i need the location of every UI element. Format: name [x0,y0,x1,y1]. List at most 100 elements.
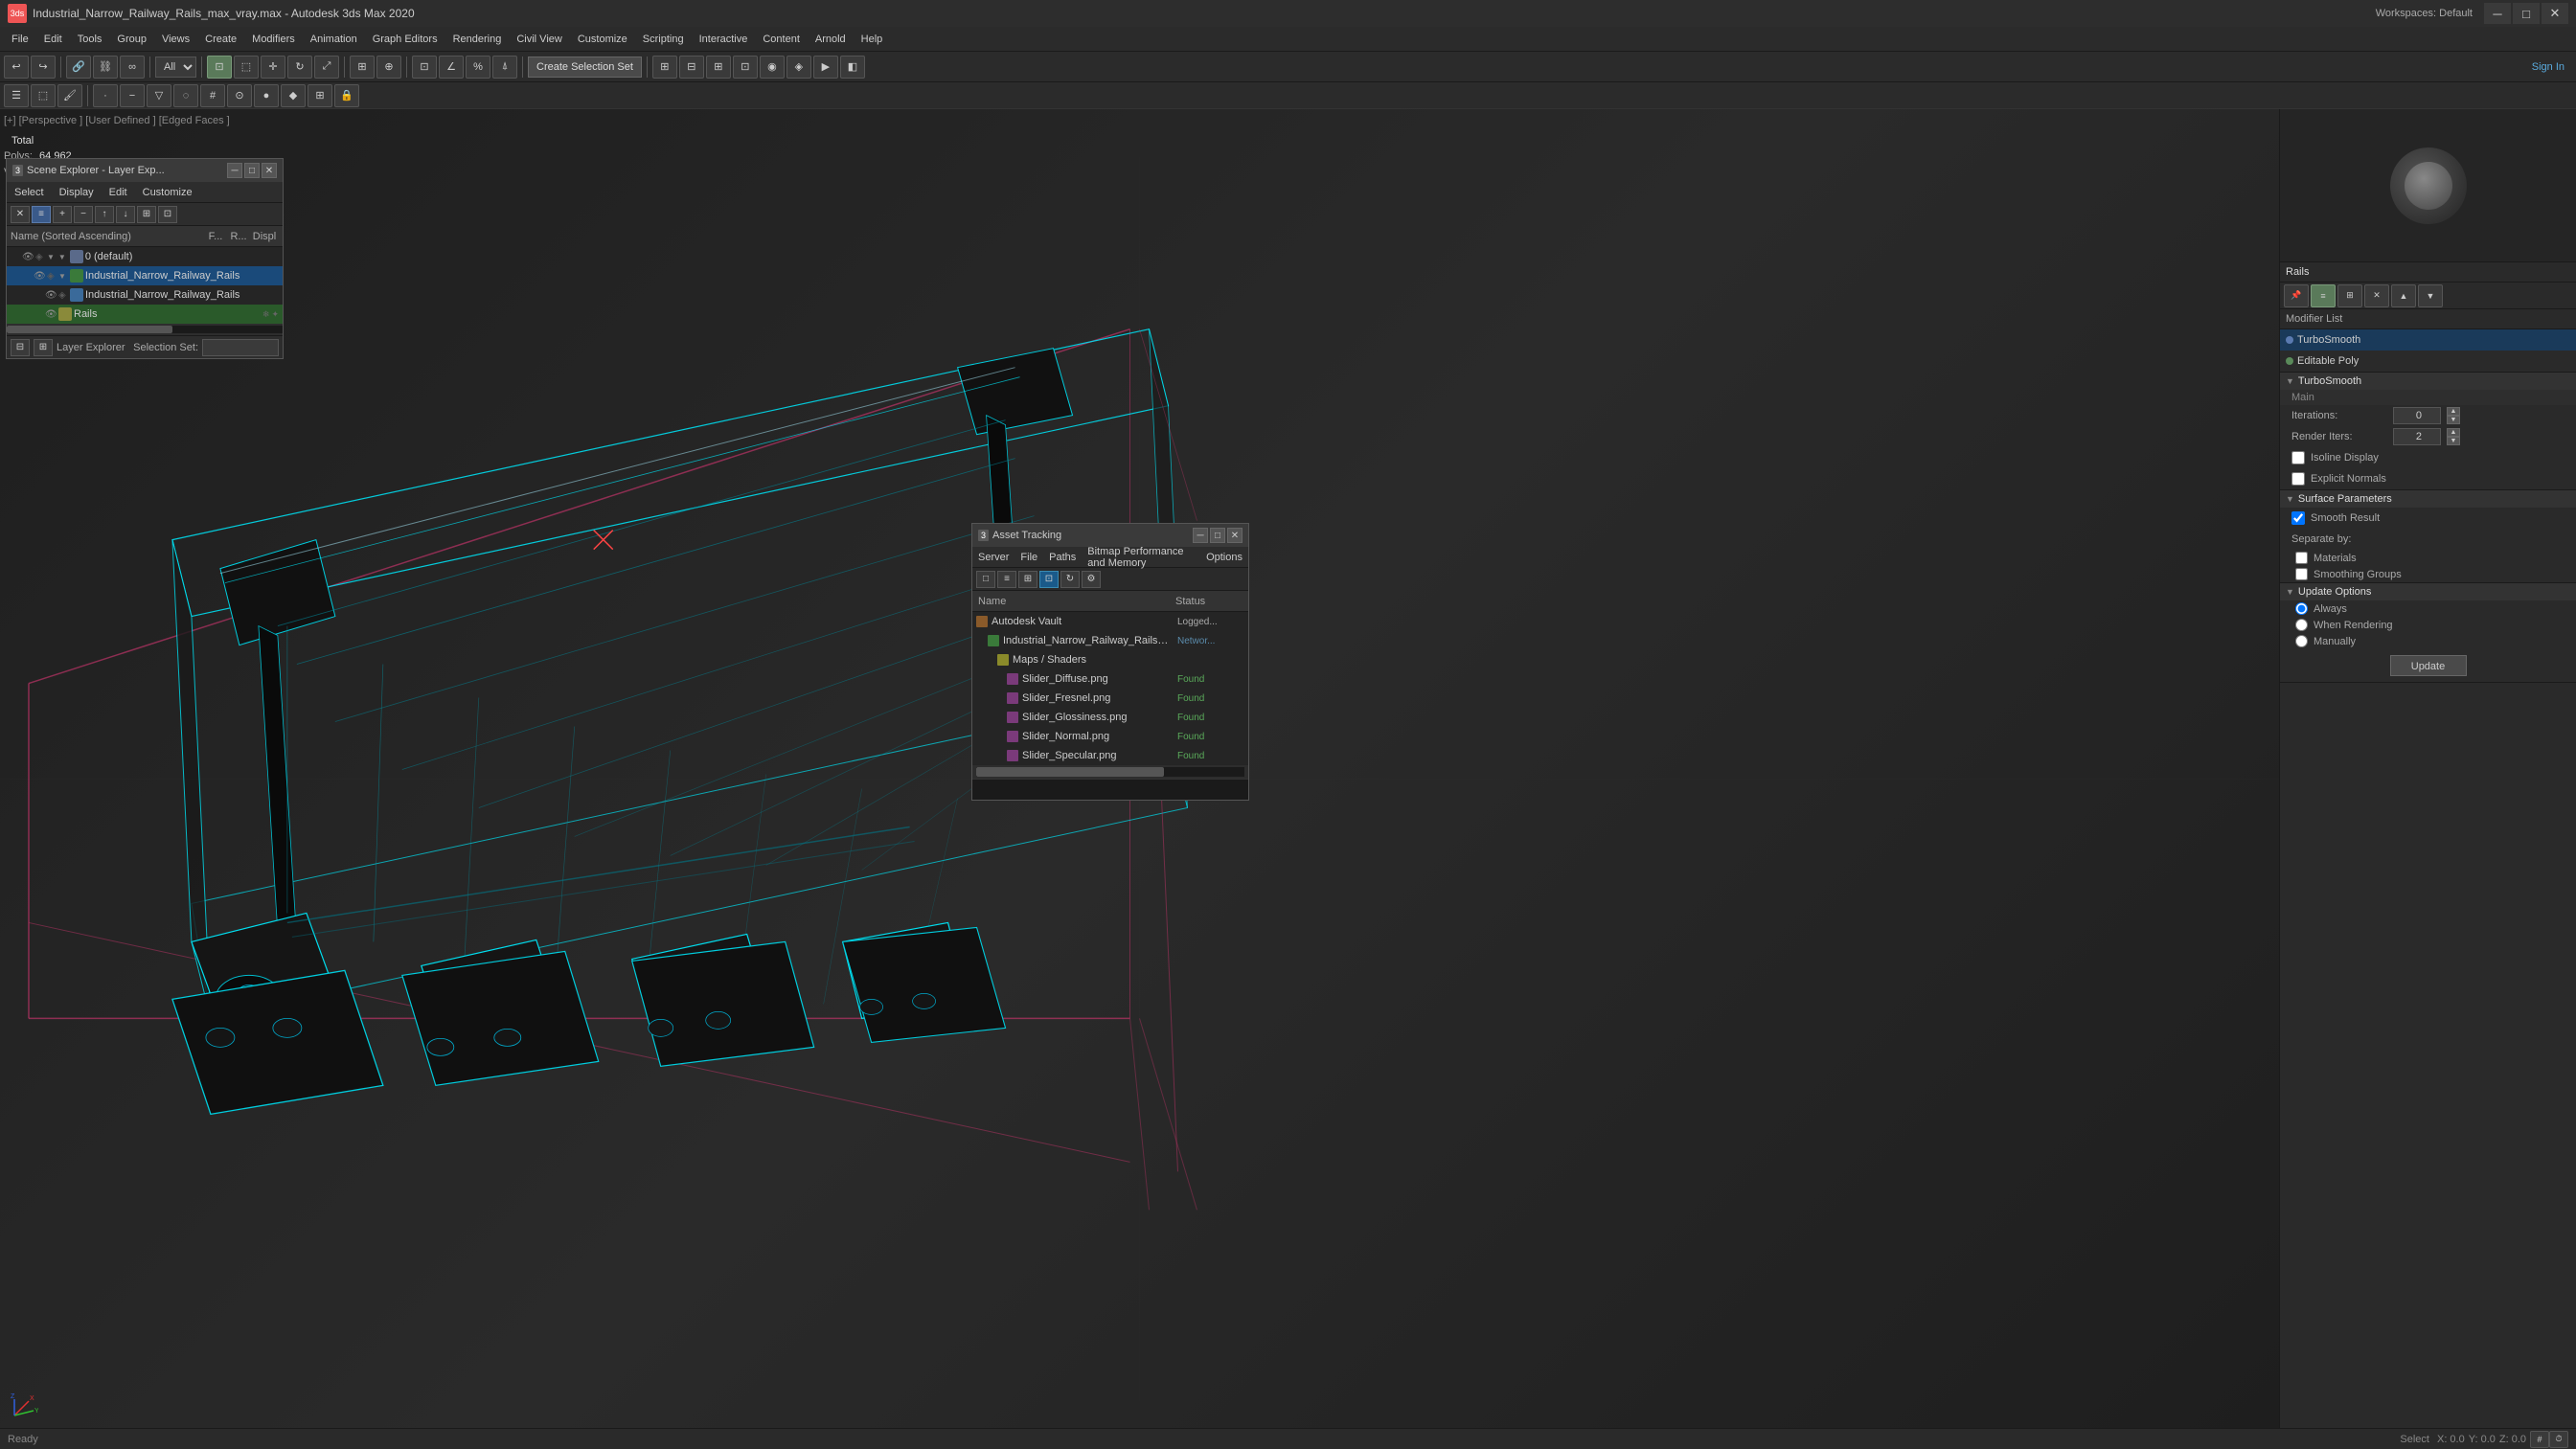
se-add-button[interactable]: + [53,206,72,223]
menu-item-animation[interactable]: Animation [303,29,365,50]
snap-toggle[interactable]: ⊡ [412,56,437,79]
at-row-6[interactable]: Slider_Normal.pngFound [972,727,1248,746]
at-row-2[interactable]: Maps / Shaders [972,650,1248,669]
se-up-button[interactable]: ↑ [95,206,114,223]
menu-item-group[interactable]: Group [109,29,154,50]
at-menu-paths[interactable]: Paths [1043,547,1082,568]
at-row-5[interactable]: Slider_Glossiness.pngFound [972,708,1248,727]
at-input-bar[interactable] [972,779,1248,800]
se-footer-button1[interactable]: ⊟ [11,339,30,356]
at-refresh-btn[interactable]: ↻ [1060,571,1080,588]
at-row-1[interactable]: Industrial_Narrow_Railway_Rails_max_vray… [972,631,1248,650]
se-maximize-button[interactable]: □ [244,163,260,178]
key-filters[interactable]: ⊞ [308,84,332,107]
create-selection-set-button[interactable]: Create Selection Set [528,57,642,78]
materials-checkbox[interactable] [2295,552,2308,564]
window-crossing[interactable]: ⬚ [31,84,56,107]
move-button[interactable]: ✛ [261,56,285,79]
reference-coord-dropdown[interactable]: ⊞ [350,56,375,79]
link-button[interactable]: 🔗 [66,56,91,79]
auto-key[interactable]: ● [254,84,279,107]
menu-item-file[interactable]: File [4,29,36,50]
at-btn4[interactable]: ⊡ [1039,571,1059,588]
select-by-name[interactable]: ☰ [4,84,29,107]
se-row-rails[interactable]: 👁 Rails ❄ ✦ [7,305,283,324]
maximize-button[interactable]: □ [2513,3,2540,24]
at-row-7[interactable]: Slider_Specular.pngFound [972,746,1248,765]
at-minimize-button[interactable]: ─ [1193,528,1208,543]
surface-params-header[interactable]: ▼ Surface Parameters [2280,490,2576,508]
smooth-result-checkbox[interactable] [2291,511,2305,525]
open-schematic-view[interactable]: ⊡ [733,56,758,79]
menu-item-content[interactable]: Content [755,29,808,50]
unlink-button[interactable]: ⛓ [93,56,118,79]
mirror-button[interactable]: ⊞ [652,56,677,79]
array-button[interactable]: ⊞ [706,56,731,79]
render-iters-down[interactable]: ▼ [2447,437,2460,445]
manually-radio[interactable] [2295,635,2308,647]
menu-item-civil-view[interactable]: Civil View [509,29,569,50]
render-setup-button[interactable]: ◈ [786,56,811,79]
se-scrollbar[interactable] [7,326,283,333]
at-row-4[interactable]: Slider_Fresnel.pngFound [972,689,1248,708]
polar-snap[interactable]: ⊙ [227,84,252,107]
lock-selection[interactable]: 🔒 [334,84,359,107]
smoothing-groups-checkbox[interactable] [2295,568,2308,580]
at-settings-btn[interactable]: ⚙ [1082,571,1101,588]
isoline-display-checkbox[interactable] [2291,451,2305,464]
selection-filter-dropdown[interactable]: All [155,57,196,78]
at-scrollbar[interactable] [976,767,1244,777]
turbosmooth-header[interactable]: ▼ TurboSmooth [2280,373,2576,390]
modifier-turbsmooth[interactable]: TurboSmooth [2280,329,2576,351]
at-maximize-button[interactable]: □ [1210,528,1225,543]
se-row-railway-rails-child[interactable]: 👁 ◈ Industrial_Narrow_Railway_Rails [7,285,283,305]
at-menu-bitmap-performance-and-memory[interactable]: Bitmap Performance and Memory [1082,547,1200,568]
at-menu-server[interactable]: Server [972,547,1014,568]
delete-modifier-button[interactable]: ✕ [2364,284,2389,307]
edge-snap[interactable]: − [120,84,145,107]
close-button[interactable]: ✕ [2542,3,2568,24]
grid-snap[interactable]: # [200,84,225,107]
paint-selection[interactable]: 🖌 [57,84,82,107]
menu-item-modifiers[interactable]: Modifiers [244,29,303,50]
configure-modifier-sets[interactable]: ⊞ [2337,284,2362,307]
se-close-button[interactable]: ✕ [262,163,277,178]
se-menu-display[interactable]: Display [52,182,102,203]
update-button[interactable]: Update [2390,655,2467,676]
explicit-normals-checkbox[interactable] [2291,472,2305,486]
se-delete-button[interactable]: − [74,206,93,223]
at-row-3[interactable]: Slider_Diffuse.pngFound [972,669,1248,689]
always-radio[interactable] [2295,602,2308,615]
se-display-button[interactable]: ⊡ [158,206,177,223]
pivot-center-button[interactable]: ⊕ [376,56,401,79]
se-minimize-button[interactable]: ─ [227,163,242,178]
update-options-header[interactable]: ▼ Update Options [2280,583,2576,600]
se-layer-button[interactable]: ≡ [32,206,51,223]
pin-stack-button[interactable]: 📌 [2284,284,2309,307]
at-close-button[interactable]: ✕ [1227,528,1242,543]
render-button[interactable]: ▶ [813,56,838,79]
time-display[interactable]: ⏱ [2549,1431,2568,1448]
rotate-button[interactable]: ↻ [287,56,312,79]
menu-item-edit[interactable]: Edit [36,29,70,50]
show-modifier-button[interactable]: ≡ [2311,284,2336,307]
minimize-button[interactable]: ─ [2484,3,2511,24]
menu-item-interactive[interactable]: Interactive [692,29,756,50]
align-button[interactable]: ⊟ [679,56,704,79]
menu-item-help[interactable]: Help [854,29,891,50]
se-menu-edit[interactable]: Edit [102,182,135,203]
menu-item-views[interactable]: Views [154,29,197,50]
se-row-railway-rails-selected[interactable]: 👁 ◈ ▼ Industrial_Narrow_Railway_Rails [7,266,283,285]
at-btn2[interactable]: ≡ [997,571,1016,588]
at-row-0[interactable]: Autodesk VaultLogged... [972,612,1248,631]
when-rendering-radio[interactable] [2295,619,2308,631]
at-btn3[interactable]: ⊞ [1018,571,1037,588]
render-iters-input[interactable] [2393,428,2441,445]
render-frame-window[interactable]: ◧ [840,56,865,79]
menu-item-rendering[interactable]: Rendering [445,29,510,50]
se-footer-button2[interactable]: ⊞ [34,339,53,356]
modifier-editable-poly[interactable]: Editable Poly [2280,351,2576,372]
selection-set-input[interactable] [202,339,279,356]
select-object-button[interactable]: ⊡ [207,56,232,79]
set-key-mode[interactable]: ◆ [281,84,306,107]
